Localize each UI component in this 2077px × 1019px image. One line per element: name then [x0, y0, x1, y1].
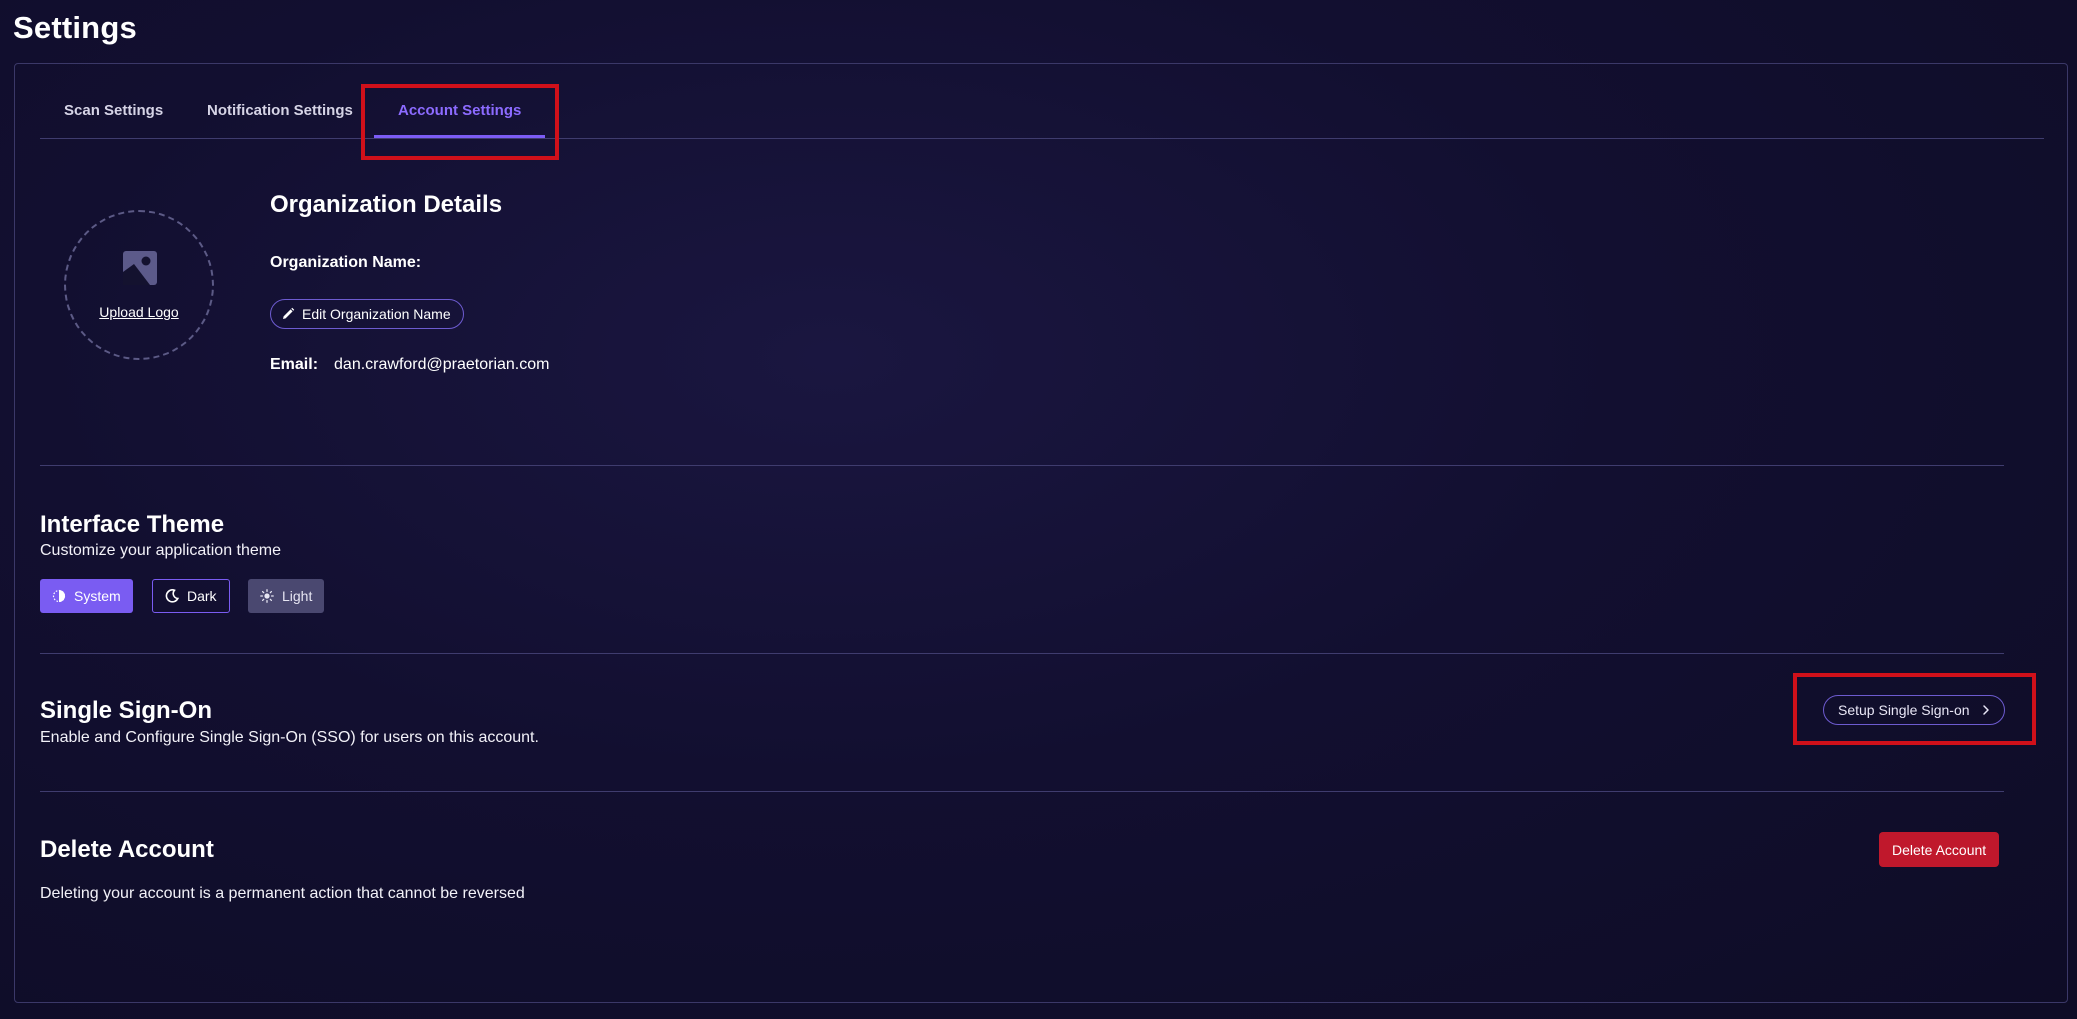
half-circle-icon [52, 589, 66, 603]
settings-tabs: Scan Settings Notification Settings Acco… [40, 85, 2044, 139]
section-divider [40, 791, 2004, 792]
single-sign-on-description: Enable and Configure Single Sign-On (SSO… [40, 729, 539, 746]
section-divider [40, 465, 2004, 466]
email-row: Email: dan.crawford@praetorian.com [270, 356, 549, 374]
single-sign-on-heading: Single Sign-On [40, 697, 212, 724]
theme-light-button[interactable]: Light [248, 579, 325, 613]
tab-scan-settings[interactable]: Scan Settings [40, 85, 187, 137]
setup-single-sign-on-label: Setup Single Sign-on [1838, 702, 1970, 718]
edit-organization-name-button[interactable]: Edit Organization Name [270, 299, 464, 329]
pencil-icon [283, 307, 295, 319]
theme-system-label: System [74, 588, 121, 604]
delete-account-heading: Delete Account [40, 836, 214, 863]
theme-light-label: Light [282, 588, 313, 604]
email-value: dan.crawford@praetorian.com [334, 356, 550, 373]
delete-account-description: Deleting your account is a permanent act… [40, 885, 525, 902]
organization-name-label: Organization Name: [270, 254, 422, 271]
section-divider [40, 653, 2004, 654]
theme-dark-label: Dark [187, 588, 217, 604]
theme-dark-button[interactable]: Dark [152, 579, 230, 613]
moon-icon [165, 589, 179, 603]
upload-logo-dropzone[interactable]: Upload Logo [64, 210, 214, 360]
edit-organization-name-label: Edit Organization Name [302, 306, 451, 322]
tab-notification-settings[interactable]: Notification Settings [183, 85, 377, 137]
interface-theme-description: Customize your application theme [40, 542, 282, 559]
delete-account-button[interactable]: Delete Account [1879, 832, 2000, 867]
tab-account-settings[interactable]: Account Settings [374, 85, 546, 138]
upload-logo-link[interactable]: Upload Logo [66, 304, 212, 320]
organization-details-heading: Organization Details [270, 191, 503, 218]
chevron-right-icon [1982, 705, 1989, 715]
interface-theme-heading: Interface Theme [40, 511, 225, 538]
page-title: Settings [13, 10, 137, 45]
setup-single-sign-on-button[interactable]: Setup Single Sign-on [1823, 695, 2005, 725]
sun-icon [260, 589, 274, 603]
email-label: Email: [270, 356, 319, 373]
theme-system-button[interactable]: System [40, 579, 133, 613]
image-placeholder-icon [123, 251, 157, 285]
